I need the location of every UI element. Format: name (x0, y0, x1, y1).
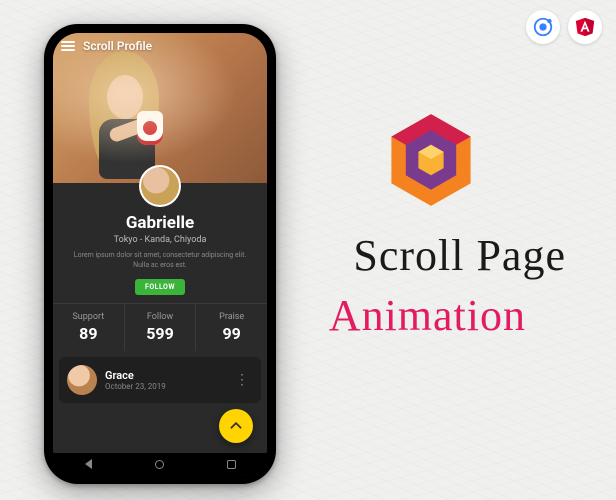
stat-value: 99 (196, 324, 267, 343)
more-icon[interactable]: ⋮ (231, 372, 253, 388)
phone-frame: Scroll Profile Gabrielle Tokyo - Kanda, … (44, 24, 276, 484)
list-item-name: Grace (105, 369, 223, 382)
angular-logo-icon (568, 10, 602, 44)
list-item[interactable]: Grace October 23, 2019 ⋮ (59, 357, 261, 403)
profile-name: Gabrielle (65, 213, 255, 233)
profile-avatar[interactable] (139, 165, 181, 207)
marketing-title-2: Animation (329, 290, 526, 341)
stat-follow[interactable]: Follow 599 (125, 304, 197, 351)
list-item-date: October 23, 2019 (105, 382, 223, 391)
nav-home-icon[interactable] (155, 460, 164, 469)
profile-bio: Lorem ipsum dolor sit amet, consectetur … (65, 251, 255, 271)
ionic-logo-icon (526, 10, 560, 44)
stat-value: 89 (53, 324, 124, 343)
stat-label: Support (53, 312, 124, 322)
profile-stats: Support 89 Follow 599 Praise 99 (53, 303, 267, 351)
hex-cube-logo-icon (386, 110, 476, 214)
marketing-title-1: Scroll Page (353, 230, 566, 281)
follow-button[interactable]: FOLLOW (135, 279, 185, 295)
stat-label: Praise (196, 312, 267, 322)
app-header-title: Scroll Profile (83, 39, 152, 53)
fab-button[interactable] (219, 409, 253, 443)
nav-back-icon[interactable] (85, 459, 92, 469)
profile-location: Tokyo - Kanda, Chiyoda (65, 235, 255, 245)
framework-badges (526, 10, 602, 44)
hero-person-image (59, 51, 169, 183)
stat-label: Follow (125, 312, 196, 322)
phone-screen: Scroll Profile Gabrielle Tokyo - Kanda, … (53, 33, 267, 475)
stat-praise[interactable]: Praise 99 (196, 304, 267, 351)
menu-icon[interactable] (61, 41, 75, 51)
chevron-up-icon (229, 419, 243, 433)
nav-recent-icon[interactable] (227, 460, 236, 469)
app-topbar: Scroll Profile (61, 39, 259, 53)
android-navbar (53, 453, 267, 475)
list-item-avatar (67, 365, 97, 395)
stat-support[interactable]: Support 89 (53, 304, 125, 351)
profile-hero-image: Scroll Profile (53, 33, 267, 183)
stat-value: 599 (125, 324, 196, 343)
